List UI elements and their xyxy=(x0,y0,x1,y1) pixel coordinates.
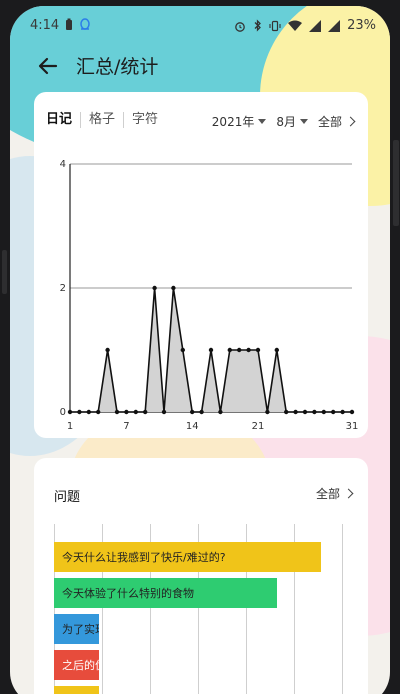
question-bar[interactable]: 之后的优化之路 xyxy=(54,650,99,680)
data-point xyxy=(331,409,336,415)
side-button xyxy=(2,250,7,294)
data-point xyxy=(161,409,167,415)
battery-percent: 23% xyxy=(347,18,376,33)
data-point xyxy=(86,409,91,415)
x-tick-label: 21 xyxy=(252,421,265,432)
page-title: 汇总/统计 xyxy=(76,56,159,78)
data-point xyxy=(274,347,279,353)
status-bar: 4:14 23% xyxy=(10,6,390,36)
data-point xyxy=(218,409,223,415)
signal-icon xyxy=(309,19,322,32)
data-point xyxy=(227,347,232,353)
data-point xyxy=(265,409,270,415)
qq-icon xyxy=(80,18,90,30)
data-point xyxy=(67,409,73,415)
question-bar-label: 今天什么让我感到了快乐/难过的? xyxy=(62,551,226,564)
data-point xyxy=(246,347,251,353)
y-tick-label: 2 xyxy=(60,283,66,294)
questions-card: 问题 全部 今天什么让我感到了快乐/难过的? 今天体验了什么特别的食物为了实现梦想… xyxy=(34,458,368,694)
daily-chart: 0 2 4 1 7 14 21 31 xyxy=(60,159,359,432)
x-tick-label: 31 xyxy=(346,421,359,432)
bluetooth-icon xyxy=(254,19,262,32)
vibrate-icon xyxy=(269,20,281,31)
notification-icons xyxy=(65,18,91,31)
data-point xyxy=(190,409,195,415)
screen: 4:14 23% 汇总/统计 日记 格子 字符 2021年 8月 全部 0 2 … xyxy=(10,6,390,694)
data-point xyxy=(152,285,157,291)
data-point xyxy=(312,409,317,415)
data-point xyxy=(237,347,242,353)
question-bar-label: 今天体验了什么特别的食物 xyxy=(62,587,194,600)
data-point xyxy=(114,409,120,415)
battery-saver-icon xyxy=(66,18,72,30)
back-arrow-icon[interactable] xyxy=(36,54,60,78)
data-point xyxy=(171,285,176,291)
data-point xyxy=(208,347,214,353)
question-bar[interactable]: 今天什么让我感到了快乐/难过的? xyxy=(54,542,321,572)
x-tick-label: 1 xyxy=(67,421,73,432)
data-point xyxy=(349,409,355,415)
data-point xyxy=(284,409,289,415)
data-point xyxy=(105,347,110,353)
data-point xyxy=(321,409,326,415)
data-point xyxy=(77,409,82,415)
data-point xyxy=(124,409,129,415)
question-bar-label: 为了实现梦想我做了什么? xyxy=(62,623,99,636)
questions-bar-chart: 今天什么让我感到了快乐/难过的? 今天体验了什么特别的食物为了实现梦想我做了什么?… xyxy=(54,524,344,694)
chevron-right-icon xyxy=(343,488,354,499)
data-point xyxy=(96,409,101,415)
data-point xyxy=(199,409,204,415)
y-tick-label: 0 xyxy=(60,407,66,418)
data-point xyxy=(143,409,148,415)
questions-title: 问题 xyxy=(54,490,81,505)
system-icons: 23% xyxy=(234,18,376,33)
volume-button xyxy=(393,140,399,226)
data-point xyxy=(180,347,185,353)
questions-all-label: 全部 xyxy=(315,487,340,501)
wifi-icon xyxy=(288,20,303,31)
data-point xyxy=(293,409,298,415)
question-bar-label: 之后的优化之路 xyxy=(62,659,99,672)
grid-line xyxy=(342,524,343,694)
questions-all-button[interactable]: 全部 xyxy=(315,485,354,502)
alarm-icon xyxy=(235,21,245,32)
x-tick-label: 14 xyxy=(186,421,199,432)
status-time: 4:14 xyxy=(30,18,60,33)
question-bar[interactable]: 今天体验了什么特别的食物 xyxy=(54,578,277,608)
data-point xyxy=(340,409,345,415)
data-point xyxy=(302,409,308,415)
x-tick-label: 7 xyxy=(123,421,129,432)
data-point xyxy=(133,409,138,415)
stats-card: 日记 格子 字符 2021年 8月 全部 0 2 4 1 7 14 21 31 xyxy=(34,92,368,438)
phone-frame: 4:14 23% 汇总/统计 日记 格子 字符 2021年 8月 全部 0 2 … xyxy=(0,0,400,694)
question-bar[interactable]: 为了实现梦想我做了什么? xyxy=(54,614,99,644)
y-tick-label: 4 xyxy=(60,159,66,170)
question-bar[interactable] xyxy=(54,686,99,694)
signal-icon-2 xyxy=(328,19,341,32)
data-point xyxy=(255,347,261,353)
app-bar: 汇总/统计 xyxy=(10,46,390,86)
